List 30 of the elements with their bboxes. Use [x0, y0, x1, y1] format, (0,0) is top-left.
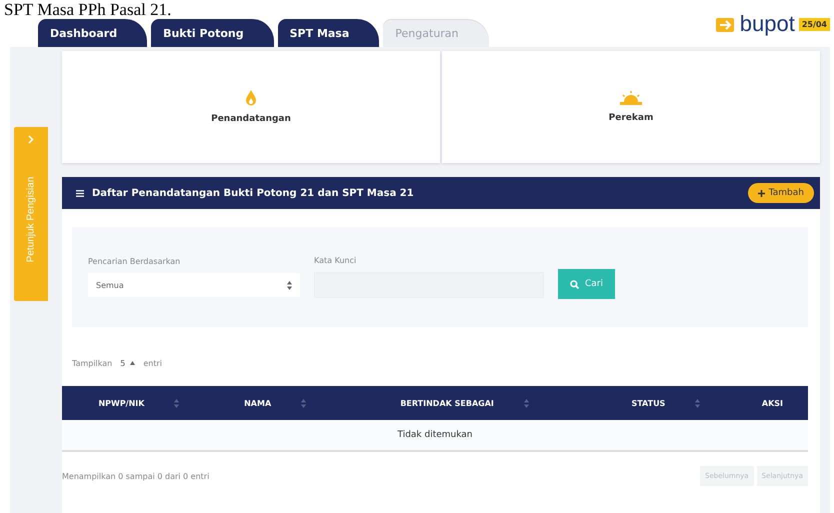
caret-icon: [130, 361, 136, 366]
chevron-right-icon: [28, 135, 34, 144]
nav-tab[interactable]: SPT Masa: [278, 19, 380, 47]
page-size-label: Tampilkan: [72, 359, 112, 368]
plus-icon: [758, 190, 765, 196]
column-header[interactable]: STATUS: [594, 386, 737, 420]
empty-message: Tidak ditemukan: [62, 420, 808, 452]
field-label: Kata Kunci: [314, 256, 358, 265]
flame-icon: [246, 90, 256, 106]
nav-tab[interactable]: Dashboard: [38, 19, 148, 47]
nav-tab[interactable]: Bukti Potong: [151, 19, 274, 47]
column-header[interactable]: BERTINDAK SEBAGAI: [334, 386, 595, 420]
entries-info: Menampilkan 0 sampai 0 dari 0 entri: [62, 472, 210, 480]
caret-icon: [287, 280, 292, 290]
column-header[interactable]: NPWP/NIK: [62, 386, 216, 420]
column-header[interactable]: AKSI: [736, 386, 808, 420]
logo-text: bupot: [740, 11, 795, 37]
column-header[interactable]: NAMA: [216, 386, 334, 420]
panel-title: Daftar Penandatangan Bukti Potong 21 dan SPT Masa 21: [92, 188, 414, 198]
field-label: Pencarian Berdasarkan: [88, 257, 182, 266]
add-button[interactable]: Tambah: [748, 183, 814, 203]
menu-card[interactable]: Penandatangan: [62, 51, 440, 163]
menu-card[interactable]: Perekam: [442, 51, 820, 163]
menu-icon: [76, 190, 84, 196]
sunrise-icon: [620, 91, 642, 105]
search-icon: [570, 280, 579, 288]
document-heading: SPT Masa PPh Pasal 21.: [3, 0, 172, 19]
page-size-label: entri: [143, 359, 162, 368]
version-badge: 25/04: [798, 18, 830, 30]
search-by-select[interactable]: Semua: [88, 273, 300, 297]
